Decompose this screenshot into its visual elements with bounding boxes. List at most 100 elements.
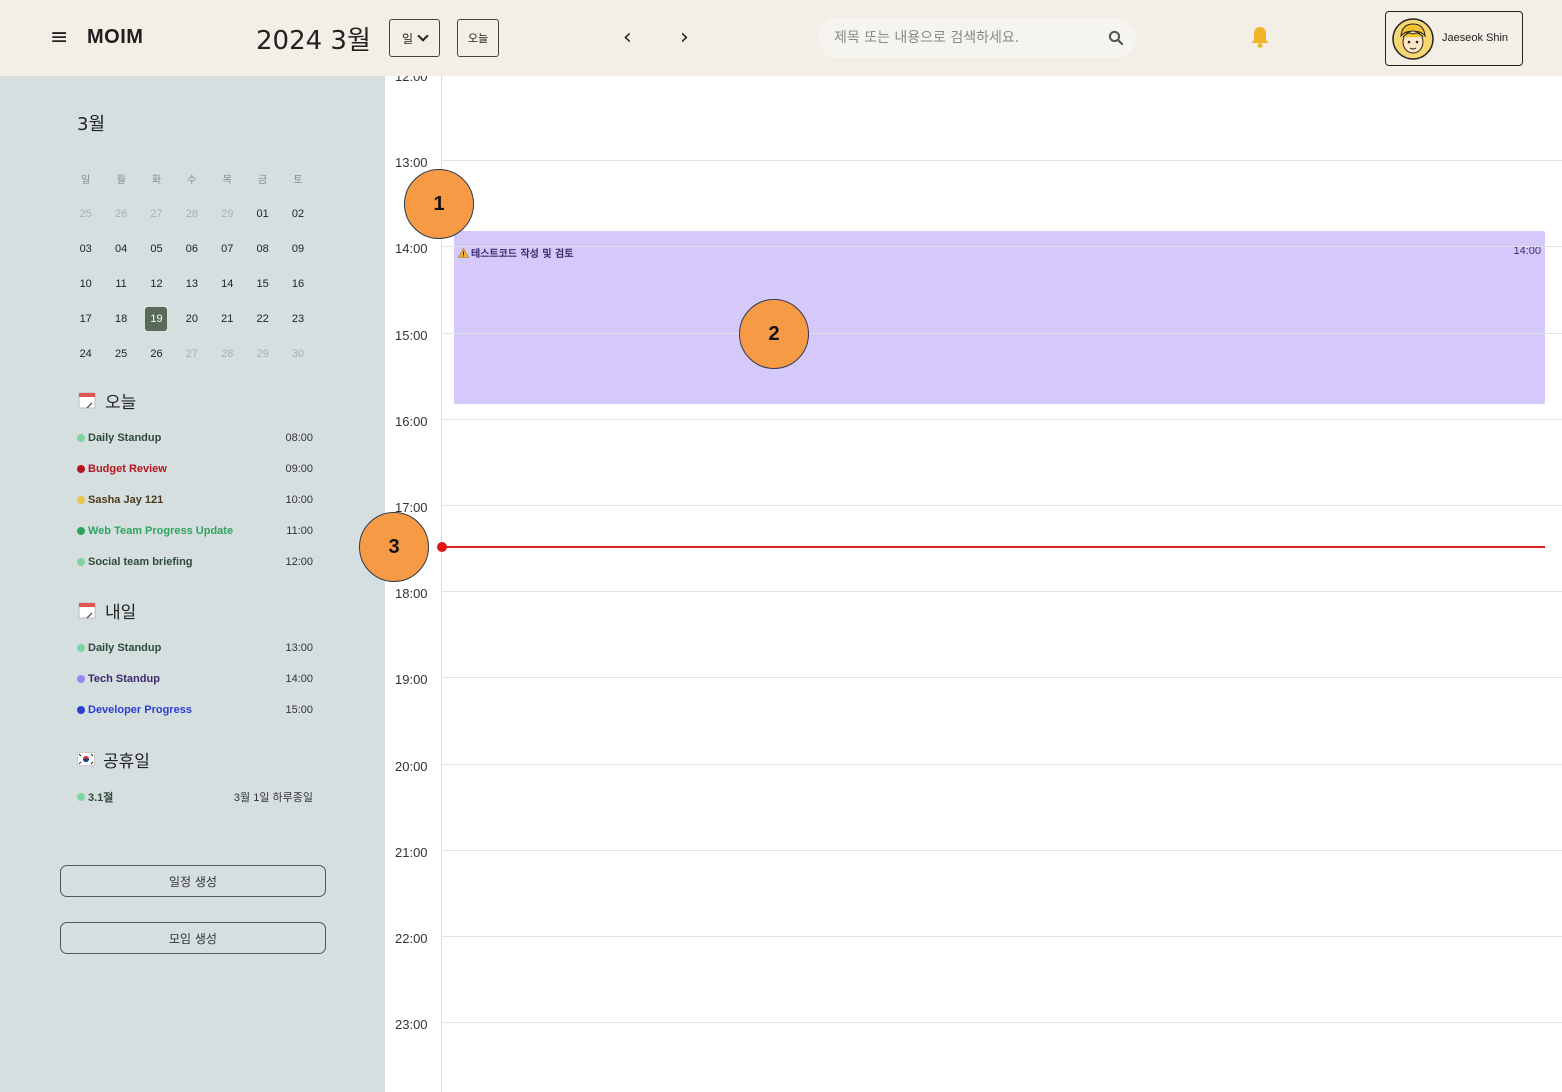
weekday-label: 일 bbox=[81, 175, 91, 186]
day-cell[interactable]: 28 bbox=[174, 208, 209, 220]
next-arrow-icon[interactable]: › bbox=[680, 26, 689, 50]
event-color-dot bbox=[77, 526, 85, 535]
create-group-button[interactable]: 모임 생성 bbox=[60, 922, 326, 954]
today-section: 오늘 Daily Standup 08:00 Budget Review 09:00 S… bbox=[77, 388, 313, 577]
event-color-dot bbox=[77, 557, 85, 566]
day-cell[interactable]: 23 bbox=[280, 313, 315, 325]
hour-gridline bbox=[441, 849, 1562, 851]
hamburger-icon[interactable]: ≡ bbox=[50, 24, 68, 52]
day-number: 26 bbox=[114, 207, 128, 220]
event-list-item[interactable]: Daily Standup 08:00 bbox=[77, 422, 313, 453]
prev-arrow-icon[interactable]: ‹ bbox=[623, 26, 632, 50]
day-cell[interactable]: 02 bbox=[280, 208, 315, 220]
selected-day-cell[interactable]: 19 bbox=[139, 306, 174, 331]
event-name: Sasha Jay 121 bbox=[88, 493, 164, 506]
day-cell[interactable]: 16 bbox=[280, 278, 315, 290]
day-cell[interactable]: 07 bbox=[210, 243, 245, 255]
weekday-label: 수 bbox=[187, 175, 197, 186]
calendar-icon bbox=[78, 602, 96, 619]
tomorrow-event-list: Daily Standup 13:00 Tech Standup 14:00 Devel… bbox=[77, 632, 313, 725]
day-cell[interactable]: 22 bbox=[245, 313, 280, 325]
event-name: Developer Progress bbox=[88, 703, 192, 716]
event-list-item[interactable]: Daily Standup 13:00 bbox=[77, 632, 313, 663]
search-icon[interactable] bbox=[1108, 30, 1124, 46]
hour-label: 12:00 bbox=[395, 76, 428, 84]
event-list-item[interactable]: Developer Progress 15:00 bbox=[77, 694, 313, 725]
event-list-item[interactable]: Tech Standup 14:00 bbox=[77, 663, 313, 694]
event-name: Web Team Progress Update bbox=[88, 524, 234, 537]
day-cell[interactable]: 14 bbox=[210, 278, 245, 290]
day-number: 09 bbox=[291, 242, 305, 255]
day-number: 02 bbox=[291, 207, 305, 220]
day-cell[interactable]: 20 bbox=[174, 313, 209, 325]
day-cell[interactable]: 01 bbox=[245, 208, 280, 220]
day-cell[interactable]: 17 bbox=[68, 313, 103, 325]
holiday-event-list: 3.1절 3월 1일 하루종일 bbox=[77, 781, 313, 812]
app-logo[interactable]: MOIM bbox=[87, 26, 143, 49]
day-cell[interactable]: 10 bbox=[68, 278, 103, 290]
day-cell[interactable]: 08 bbox=[245, 243, 280, 255]
day-cell[interactable]: 25 bbox=[103, 348, 138, 360]
day-number: 28 bbox=[185, 207, 198, 220]
day-cell[interactable]: 06 bbox=[174, 243, 209, 255]
view-mode-label: 일 bbox=[401, 31, 414, 46]
day-cell[interactable]: 11 bbox=[103, 278, 138, 290]
day-cell[interactable]: 30 bbox=[280, 348, 315, 360]
event-list-item[interactable]: Sasha Jay 121 10:00 bbox=[77, 484, 313, 515]
day-cell[interactable]: 21 bbox=[210, 313, 245, 325]
day-cell[interactable]: 27 bbox=[174, 348, 209, 360]
search-input[interactable] bbox=[834, 18, 1094, 58]
day-cell[interactable]: 27 bbox=[139, 208, 174, 220]
day-number: 20 bbox=[185, 312, 198, 325]
view-mode-select[interactable]: 일 bbox=[389, 19, 440, 57]
event-list-item[interactable]: Web Team Progress Update 11:00 bbox=[77, 515, 313, 546]
tomorrow-section-title: 내일 bbox=[77, 598, 313, 623]
day-cell[interactable]: 09 bbox=[280, 243, 315, 255]
hour-label: 21:00 bbox=[395, 844, 428, 860]
event-list-item[interactable]: Social team briefing 12:00 bbox=[77, 546, 313, 577]
hour-gridline bbox=[441, 591, 1562, 593]
event-list-item[interactable]: Budget Review 09:00 bbox=[77, 453, 313, 484]
day-number: 21 bbox=[221, 312, 234, 325]
day-cell[interactable]: 29 bbox=[210, 208, 245, 220]
hour-label: 13:00 bbox=[395, 155, 428, 171]
day-cell[interactable]: 24 bbox=[68, 348, 103, 360]
weekday-label: 금 bbox=[258, 175, 268, 186]
hour-gridline bbox=[441, 160, 1562, 162]
day-cell[interactable]: 04 bbox=[103, 243, 138, 255]
user-profile-button[interactable]: Jaeseok Shin bbox=[1385, 11, 1523, 66]
current-month-title: 2024 3월 bbox=[256, 26, 371, 56]
day-timeline[interactable]: 테스트코드 작성 및 검토 14:00 12:00 13:00 14:00 15:00… bbox=[385, 76, 1562, 1092]
day-cell[interactable]: 25 bbox=[68, 208, 103, 220]
event-time: 3월 1일 하루종일 bbox=[233, 791, 313, 804]
sidebar: 3월 일 월 화 수 목 금 토 25 26 27 28 29 01 02 03 04 05 06 07 08 09 10… bbox=[0, 76, 385, 1092]
hour-label: 19:00 bbox=[395, 672, 428, 688]
day-cell[interactable]: 26 bbox=[103, 208, 138, 220]
day-number: 22 bbox=[256, 312, 269, 325]
day-cell[interactable]: 15 bbox=[245, 278, 280, 290]
day-cell[interactable]: 03 bbox=[68, 243, 103, 255]
day-number: 25 bbox=[79, 207, 92, 220]
bell-icon[interactable] bbox=[1249, 25, 1271, 49]
day-cell[interactable]: 05 bbox=[139, 243, 174, 255]
day-cell[interactable]: 18 bbox=[103, 313, 138, 325]
event-name: Daily Standup bbox=[88, 641, 162, 654]
weekday-header-row: 일월화수목금토 bbox=[68, 161, 316, 196]
weekday-label: 월 bbox=[116, 175, 126, 186]
hour-gridline bbox=[441, 677, 1562, 679]
event-color-dot bbox=[77, 705, 85, 714]
day-number: 10 bbox=[79, 277, 92, 290]
hour-gridline bbox=[441, 763, 1562, 765]
day-cell[interactable]: 28 bbox=[210, 348, 245, 360]
hour-gridline bbox=[441, 332, 1562, 334]
create-event-button[interactable]: 일정 생성 bbox=[60, 865, 326, 897]
day-cell[interactable]: 29 bbox=[245, 348, 280, 360]
event-time: 10:00 bbox=[285, 493, 313, 506]
day-cell[interactable]: 12 bbox=[139, 278, 174, 290]
event-list-item[interactable]: 3.1절 3월 1일 하루종일 bbox=[77, 781, 313, 812]
day-cell[interactable]: 26 bbox=[139, 348, 174, 360]
event-block[interactable]: 테스트코드 작성 및 검토 14:00 bbox=[454, 231, 1545, 404]
day-cell[interactable]: 13 bbox=[174, 278, 209, 290]
day-number: 15 bbox=[256, 277, 269, 290]
today-button[interactable]: 오늘 bbox=[457, 19, 499, 57]
